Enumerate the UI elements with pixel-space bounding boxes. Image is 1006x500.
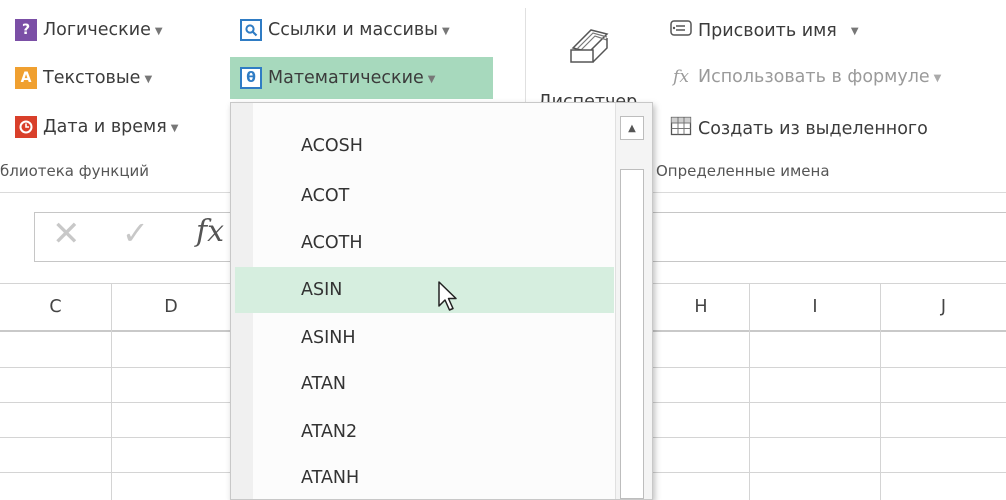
chevron-down-icon: ▼ <box>933 72 942 84</box>
chevron-down-icon: ▼ <box>144 73 153 85</box>
logical-label: Логические <box>43 20 151 40</box>
function-item-atanh[interactable]: ATANH <box>235 455 614 499</box>
datetime-label: Дата и время <box>43 117 167 137</box>
clock-icon <box>15 116 37 138</box>
create-from-selection-button[interactable]: Создать из выделенного <box>670 116 928 141</box>
column-header-i[interactable]: I <box>750 283 880 331</box>
use-in-formula-label: Использовать в формуле <box>698 67 930 87</box>
grid-line <box>111 283 112 500</box>
function-item-asinh[interactable]: ASINH <box>235 315 614 361</box>
math-icon: θ <box>240 67 262 89</box>
insert-function-icon[interactable]: fx <box>196 214 224 249</box>
text-functions-button[interactable]: A Текстовые ▼ <box>15 67 152 89</box>
column-header-d[interactable]: D <box>112 283 230 331</box>
formula-input[interactable] <box>652 212 1006 262</box>
chevron-down-icon: ▼ <box>850 26 859 37</box>
lookup-icon <box>240 19 262 41</box>
text-label: Текстовые <box>43 68 141 88</box>
chevron-down-icon: ▼ <box>427 73 436 85</box>
create-from-selection-label: Создать из выделенного <box>698 118 928 139</box>
math-functions-button[interactable]: θ Математические ▼ <box>230 57 493 99</box>
column-header-c[interactable]: C <box>0 283 111 331</box>
fx-icon: fx <box>673 67 689 87</box>
mouse-cursor-icon <box>437 280 459 318</box>
function-item-asin[interactable]: ASIN <box>235 267 614 313</box>
scroll-up-icon[interactable]: ▲ <box>620 116 644 140</box>
lookup-functions-button[interactable]: Ссылки и массивы ▼ <box>240 19 450 41</box>
group-label-defined-names: Определенные имена <box>656 162 830 180</box>
grid-line <box>749 283 750 500</box>
grid-line <box>880 283 881 500</box>
scrollbar-thumb[interactable] <box>620 169 644 499</box>
name-manager-icon[interactable] <box>563 20 613 74</box>
group-label-function-library: блиотека функций <box>0 162 150 180</box>
logical-functions-button[interactable]: ? Логические ▼ <box>15 19 163 41</box>
name-tag-icon <box>670 19 692 42</box>
enter-icon[interactable]: ✓ <box>122 214 149 252</box>
assign-name-button[interactable]: Присвоить имя ▼ <box>670 19 859 42</box>
text-icon: A <box>15 67 37 89</box>
function-item-acoth[interactable]: ACOTH <box>235 220 614 266</box>
function-item-atan[interactable]: ATAN <box>235 361 614 407</box>
chevron-down-icon: ▼ <box>170 122 179 134</box>
chevron-down-icon: ▼ <box>154 25 163 37</box>
use-in-formula-button[interactable]: fx Использовать в формуле ▼ <box>670 67 941 87</box>
math-label: Математические <box>268 68 424 88</box>
logical-icon: ? <box>15 19 37 41</box>
lookup-label: Ссылки и массивы <box>268 20 438 40</box>
function-item-acot[interactable]: ACOT <box>235 173 614 219</box>
cancel-icon[interactable]: ✕ <box>52 214 81 254</box>
function-item-acosh[interactable]: ACOSH <box>235 123 614 169</box>
datetime-functions-button[interactable]: Дата и время ▼ <box>15 116 178 138</box>
function-item-atan2[interactable]: ATAN2 <box>235 409 614 455</box>
chevron-down-icon: ▼ <box>441 25 450 37</box>
assign-name-label: Присвоить имя <box>698 20 837 41</box>
column-header-h[interactable]: H <box>653 283 749 331</box>
table-grid-icon <box>670 116 692 141</box>
column-header-j[interactable]: J <box>881 283 1006 331</box>
